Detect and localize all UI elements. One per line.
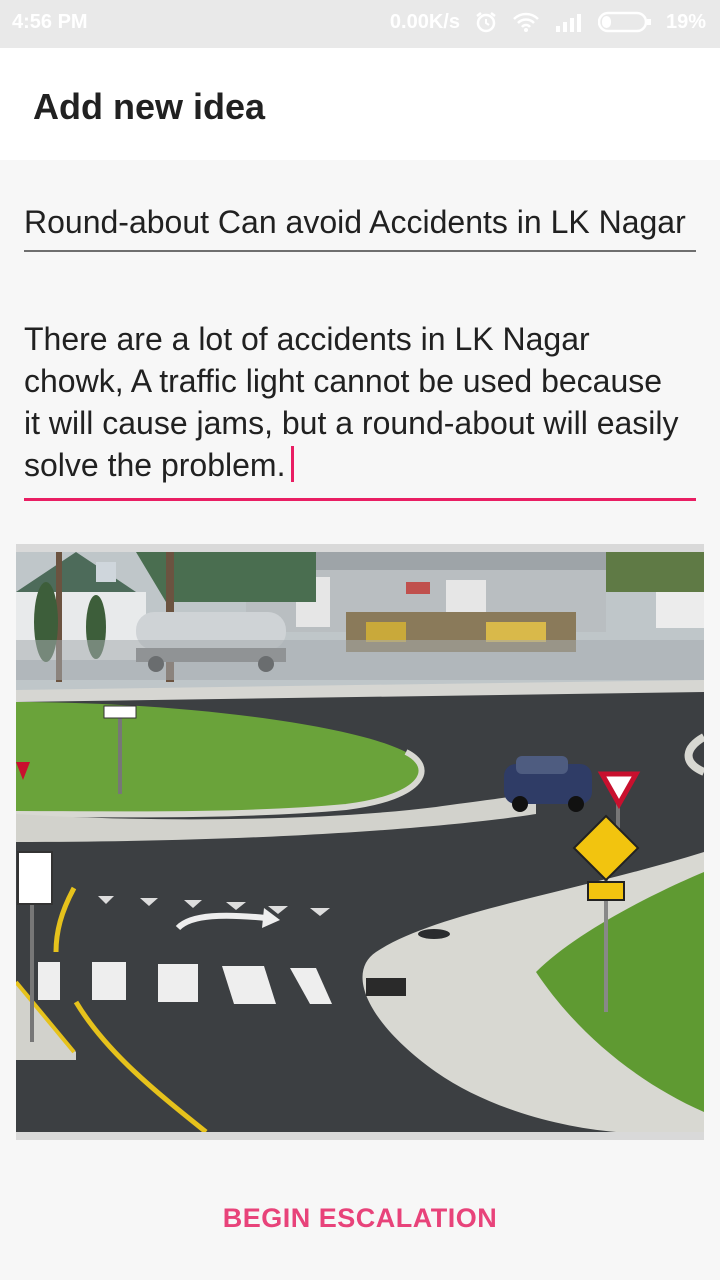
attached-image[interactable] — [16, 544, 704, 1140]
battery-percent: 19% — [665, 10, 706, 33]
idea-description-input[interactable]: There are a lot of accidents in LK Nagar… — [24, 318, 696, 501]
text-cursor — [291, 446, 295, 482]
alarm-icon — [474, 10, 498, 34]
signal-icon — [554, 12, 584, 32]
idea-description-value: There are a lot of accidents in LK Nagar… — [24, 321, 679, 483]
wifi-icon — [512, 11, 540, 33]
idea-title-value: Round-about Can avoid Accidents in LK Na… — [24, 204, 686, 240]
page-title: Add new idea — [33, 86, 266, 127]
battery-icon — [597, 11, 652, 33]
network-speed: 0.00K/s — [389, 10, 460, 33]
idea-description-text: There are a lot of accidents in LK Nagar… — [24, 318, 684, 486]
roundabout-photo — [16, 552, 704, 1132]
status-right-group: 0.00K/s 19% — [390, 10, 706, 34]
idea-title-input[interactable]: Round-about Can avoid Accidents in LK Na… — [24, 196, 696, 252]
status-time: 4:56 PM — [12, 11, 88, 33]
status-bar: 4:56 PM 0.00K/s 19% — [0, 0, 720, 48]
app-bar: Add new idea — [0, 48, 720, 160]
begin-escalation-button[interactable]: BEGIN ESCALATION — [0, 1190, 720, 1246]
